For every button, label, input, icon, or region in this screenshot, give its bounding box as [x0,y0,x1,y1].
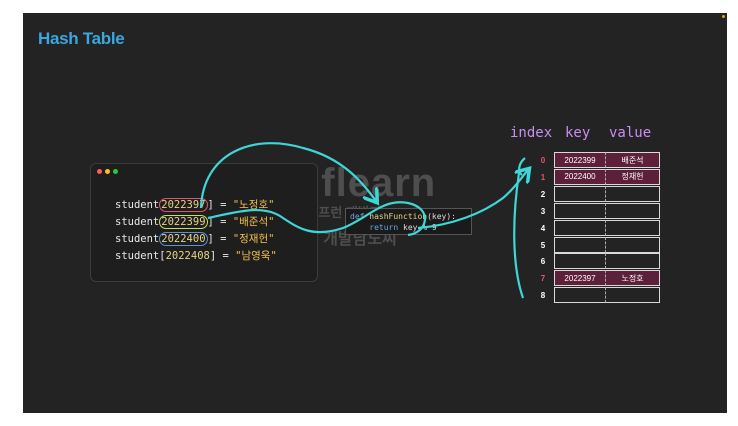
arrow-index-column [513,172,525,299]
arrow-wrap-around [518,157,526,176]
arrow-keys-wave [207,201,426,237]
arrows-layer [199,119,727,299]
arrow-key-to-function [199,142,376,209]
arrow-loop-left [202,119,326,219]
slide-canvas: Hash Table inflearn [인프런 개발자 ONE] 개발남노씨 … [23,13,727,413]
arrow-function-to-index0 [417,170,528,230]
